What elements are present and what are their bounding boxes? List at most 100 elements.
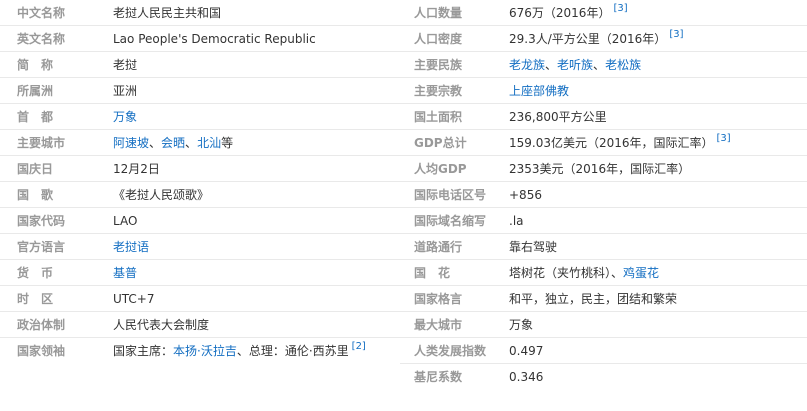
field-label: 人均GDP — [414, 162, 467, 176]
field-label: 国际电话区号 — [414, 188, 487, 202]
field-value: Lao People's Democratic Republic — [113, 26, 316, 52]
infobox-row: 简 称 老挝 — [0, 52, 400, 78]
value-link[interactable]: 鸡蛋花 — [623, 266, 659, 280]
country-infobox: 中文名称 老挝人民民主共和国英文名称 Lao People's Democratic… — [0, 0, 807, 411]
field-value: 12月2日 — [113, 156, 160, 182]
field-label: 道路通行 — [414, 240, 463, 254]
field-value: 0.346 — [509, 364, 543, 390]
field-label: 国庆日 — [17, 162, 54, 176]
infobox-row: 基尼系数 0.346 — [400, 364, 807, 390]
value-text: 0.346 — [509, 370, 544, 384]
citation-link[interactable]: [3] — [717, 133, 731, 144]
citation-link[interactable]: [3] — [669, 29, 683, 40]
infobox-row: 人均GDP 2353美元（2016年，国际汇率） — [400, 156, 807, 182]
citation-link[interactable]: [2] — [352, 341, 366, 352]
field-value: 人民代表大会制度 — [113, 312, 209, 338]
value-text: 等 — [221, 136, 234, 150]
value-link[interactable]: 老松族 — [605, 58, 641, 72]
list-separator: 、 — [185, 136, 198, 150]
value-text: 0.497 — [509, 344, 544, 358]
infobox-row: 国土面积 236,800平方公里 — [400, 104, 807, 130]
value-text: 亚洲 — [113, 84, 138, 98]
value-link[interactable]: 上座部佛教 — [509, 84, 569, 98]
value-link[interactable]: 会晒 — [161, 136, 185, 150]
infobox-row: 首 都 万象 — [0, 104, 400, 130]
infobox-row: 主要宗教 上座部佛教 — [400, 78, 807, 104]
value-text: 国家主席： — [113, 344, 174, 358]
field-value: UTC+7 — [113, 286, 154, 312]
field-value: 国家主席：本扬·沃拉吉、总理：通伦·西苏里 [2] — [113, 338, 366, 364]
value-text: LAO — [113, 214, 138, 228]
field-value: 塔树花（夹竹桃科）、鸡蛋花 — [509, 260, 659, 286]
field-label: 最大城市 — [414, 318, 463, 332]
infobox-row: 中文名称 老挝人民民主共和国 — [0, 0, 400, 26]
infobox-row: 时 区 UTC+7 — [0, 286, 400, 312]
field-value: 和平，独立，民主，团结和繁荣 — [509, 286, 677, 312]
infobox-left-column: 中文名称 老挝人民民主共和国英文名称 Lao People's Democratic… — [0, 0, 400, 364]
value-text: 《老挝人民颂歌》 — [113, 188, 210, 202]
value-link[interactable]: 万象 — [113, 110, 137, 124]
infobox-row: 国家格言 和平，独立，民主，团结和繁荣 — [400, 286, 807, 312]
value-link[interactable]: 阿速坡 — [113, 136, 149, 150]
list-separator: 、 — [149, 136, 162, 150]
value-text: 人民代表大会制度 — [113, 318, 210, 332]
value-text: 老挝 — [113, 58, 138, 72]
field-label: 国际域名缩写 — [414, 214, 487, 228]
field-label: 英文名称 — [17, 32, 66, 46]
field-label: 基尼系数 — [414, 370, 463, 384]
value-text: 676万（2016年） — [509, 6, 611, 20]
field-label: 国家领袖 — [17, 344, 66, 358]
infobox-row: 国 花 塔树花（夹竹桃科）、鸡蛋花 — [400, 260, 807, 286]
value-text: UTC+7 — [113, 292, 155, 306]
infobox-row: 国际电话区号 +856 — [400, 182, 807, 208]
field-label: 国 花 — [414, 266, 451, 280]
value-link[interactable]: 基普 — [113, 266, 137, 280]
field-label: 主要城市 — [17, 136, 66, 150]
list-separator: 、 — [545, 58, 558, 72]
value-link[interactable]: 老挝语 — [113, 240, 149, 254]
value-text: .la — [509, 214, 524, 228]
field-label: 人口密度 — [414, 32, 463, 46]
value-text: 159.03亿美元（2016年，国际汇率） — [509, 136, 714, 150]
field-label: 人类发展指数 — [414, 344, 487, 358]
citation-link[interactable]: [3] — [613, 3, 627, 14]
field-value: LAO — [113, 208, 137, 234]
value-link[interactable]: 本扬·沃拉吉 — [173, 344, 237, 358]
field-value: .la — [509, 208, 524, 234]
infobox-right-column: 人口数量 676万（2016年） [3] 人口密度 29.3人/平方公里（2016年）[… — [400, 0, 807, 390]
value-text: 、总理：通伦·西苏里 — [236, 344, 349, 358]
field-label: 国家格言 — [414, 292, 463, 306]
field-value: 上座部佛教 — [509, 78, 569, 104]
infobox-row: 官方语言 老挝语 — [0, 234, 400, 260]
infobox-row: 货 币 基普 — [0, 260, 400, 286]
value-link[interactable]: 北汕 — [197, 136, 221, 150]
field-value: 靠右驾驶 — [509, 234, 557, 260]
infobox-row: 国家代码 LAO — [0, 208, 400, 234]
infobox-row: GDP总计 159.03亿美元（2016年，国际汇率） [3] — [400, 130, 807, 156]
field-value: 0.497 — [509, 338, 543, 364]
value-text: 万象 — [509, 318, 534, 332]
field-value: 阿速坡、会晒、北汕等 — [113, 130, 233, 156]
field-value: 159.03亿美元（2016年，国际汇率） [3] — [509, 130, 731, 156]
field-label: GDP总计 — [414, 136, 467, 150]
value-text: 29.3人/平方公里（2016年） — [509, 32, 667, 46]
field-label: 主要民族 — [414, 58, 463, 72]
value-text: 2353美元（2016年，国际汇率） — [509, 162, 691, 176]
field-label: 国 歌 — [17, 188, 54, 202]
field-value: 2353美元（2016年，国际汇率） — [509, 156, 690, 182]
infobox-row: 人口密度 29.3人/平方公里（2016年） [3] — [400, 26, 807, 52]
field-value: 亚洲 — [113, 78, 137, 104]
field-label: 时 区 — [17, 292, 54, 306]
field-value: 万象 — [509, 312, 533, 338]
field-label: 所属洲 — [17, 84, 54, 98]
value-text: 靠右驾驶 — [509, 240, 558, 254]
field-label: 货 币 — [17, 266, 54, 280]
value-text: 12月2日 — [113, 162, 160, 176]
value-link[interactable]: 老龙族 — [509, 58, 545, 72]
value-text: 和平，独立，民主，团结和繁荣 — [509, 292, 678, 306]
value-link[interactable]: 老听族 — [557, 58, 593, 72]
value-text: 老挝人民民主共和国 — [113, 6, 222, 20]
infobox-row: 人口数量 676万（2016年） [3] — [400, 0, 807, 26]
infobox-row: 主要城市 阿速坡、会晒、北汕等 — [0, 130, 400, 156]
field-label: 中文名称 — [17, 6, 66, 20]
